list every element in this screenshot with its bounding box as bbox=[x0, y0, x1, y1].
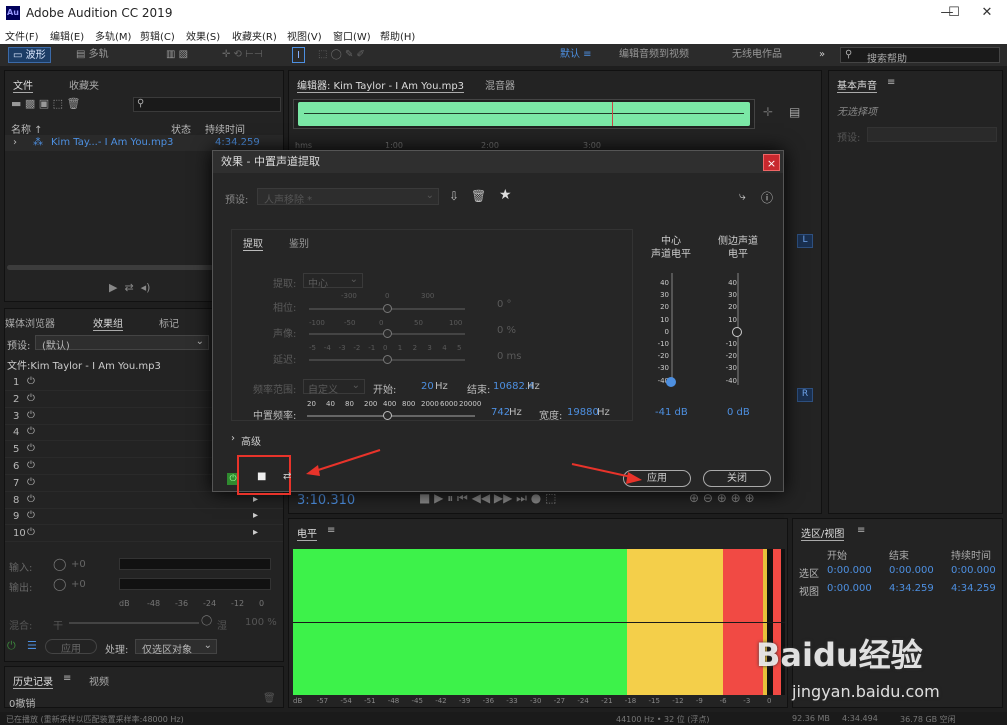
annotation-arrow-left bbox=[311, 449, 381, 473]
watermark-brand: Baidu经验 bbox=[756, 636, 923, 674]
watermark-url: jingyan.baidu.com bbox=[792, 682, 940, 701]
annotation-arrowhead-left bbox=[306, 465, 320, 476]
annotation-arrow-right bbox=[571, 463, 637, 479]
annotation-arrowhead-right bbox=[626, 472, 642, 484]
annotation-arrows bbox=[306, 449, 642, 484]
